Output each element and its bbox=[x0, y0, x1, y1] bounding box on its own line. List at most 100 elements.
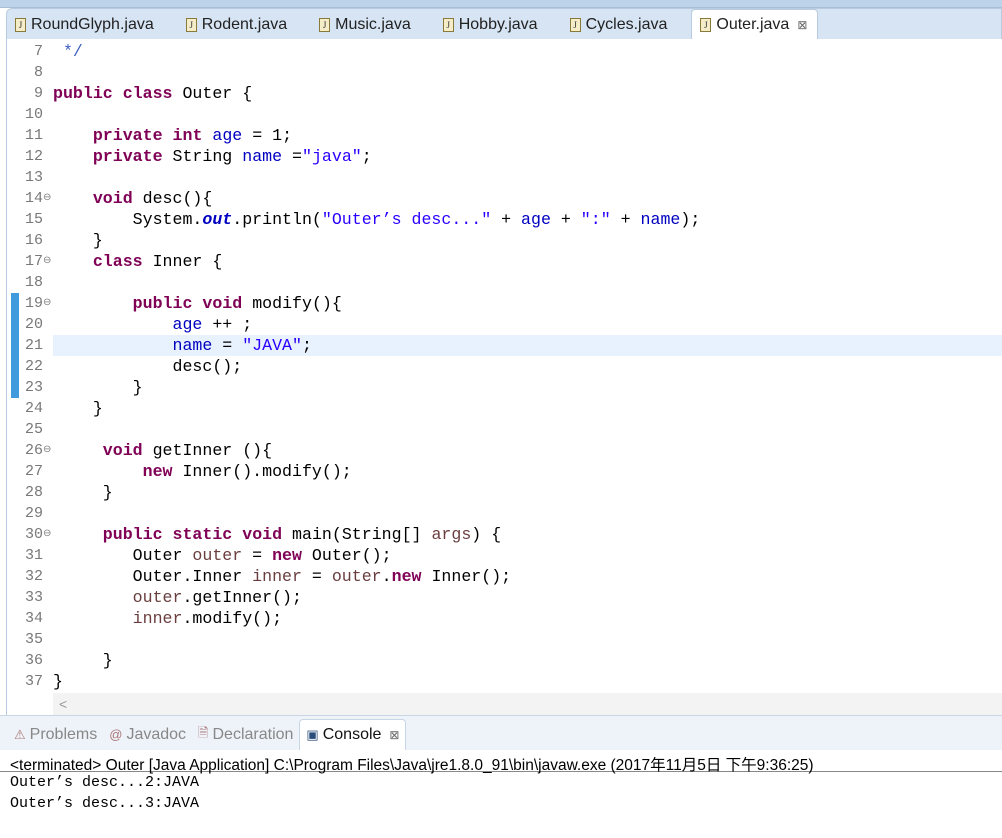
tab-roundglyph[interactable]: J RoundGlyph.java bbox=[7, 9, 164, 40]
code-text: } bbox=[53, 230, 1002, 251]
code-token: } bbox=[53, 378, 143, 397]
java-file-icon: J bbox=[319, 17, 331, 32]
line-number: 11 bbox=[24, 127, 43, 144]
line-number: 33 bbox=[24, 589, 43, 606]
line-number: 27 bbox=[24, 463, 43, 480]
code-line[interactable]: 21 name = "JAVA"; bbox=[7, 335, 1002, 356]
code-line[interactable]: 28 } bbox=[7, 482, 997, 503]
code-text: void desc(){ bbox=[53, 188, 1002, 209]
code-line[interactable]: 8 bbox=[7, 62, 997, 83]
code-token: .modify(); bbox=[182, 609, 283, 628]
code-line[interactable]: 34 inner.modify(); bbox=[7, 608, 997, 629]
collapse-icon[interactable]: ⊖ bbox=[43, 293, 51, 314]
code-line[interactable]: 25 bbox=[7, 419, 997, 440]
collapse-icon[interactable]: ⊖ bbox=[43, 440, 51, 461]
code-text: new Inner().modify(); bbox=[53, 461, 1002, 482]
code-line[interactable]: 27 new Inner().modify(); bbox=[7, 461, 997, 482]
code-line[interactable]: 30 ⊖ public static void main(String[] arg… bbox=[7, 524, 997, 545]
code-token: getInner (){ bbox=[142, 441, 273, 460]
code-line[interactable]: 18 bbox=[7, 272, 997, 293]
code-line[interactable]: 33 outer.getInner(); bbox=[7, 587, 997, 608]
code-line[interactable]: 20 age ++ ; bbox=[7, 314, 997, 335]
code-token: void bbox=[242, 525, 283, 544]
code-line[interactable]: 10 bbox=[7, 104, 997, 125]
tab-outer[interactable]: J Outer.java ⊠ bbox=[691, 9, 819, 40]
tab-hobby[interactable]: J Hobby.java bbox=[435, 9, 548, 40]
tab-rodent[interactable]: J Rodent.java bbox=[178, 9, 297, 40]
tab-label: Console bbox=[322, 726, 382, 743]
code-editor[interactable]: < 7 */ 8 9 public class Outer {10 11 private… bbox=[6, 39, 1002, 715]
code-line[interactable]: 29 bbox=[7, 503, 997, 524]
code-line[interactable]: 24 } bbox=[7, 398, 997, 419]
code-line[interactable]: 15 System.out.println("Outer’s desc..." … bbox=[7, 209, 997, 230]
code-token: name bbox=[242, 147, 283, 166]
problems-icon: ⚠ bbox=[14, 726, 26, 742]
code-text: } bbox=[53, 398, 1002, 419]
code-line[interactable]: 13 bbox=[7, 167, 997, 188]
code-line[interactable]: 37} bbox=[7, 671, 997, 692]
code-line[interactable]: 14 ⊖ void desc(){ bbox=[7, 188, 997, 209]
tab-label: RoundGlyph.java bbox=[31, 15, 154, 33]
code-text: public static void main(String[] args) { bbox=[53, 524, 1002, 545]
console-output-line: Outer’s desc...3:JAVA bbox=[10, 795, 200, 812]
tab-music[interactable]: J Music.java bbox=[311, 9, 421, 40]
tab-console[interactable]: ▣ Console ⊠ bbox=[299, 719, 407, 750]
code-text: } bbox=[53, 650, 1002, 671]
tab-javadoc[interactable]: @ Javadoc bbox=[103, 719, 192, 750]
code-line[interactable]: 9 public class Outer { bbox=[7, 83, 997, 104]
code-line[interactable]: 17 ⊖ class Inner { bbox=[7, 251, 997, 272]
code-line[interactable]: 12 private String name ="java"; bbox=[7, 146, 997, 167]
code-token: out bbox=[202, 210, 233, 229]
line-number: 16 bbox=[24, 232, 43, 249]
code-token: = bbox=[301, 567, 332, 586]
code-line[interactable]: 11 private int age = 1; bbox=[7, 125, 997, 146]
tab-label: Javadoc bbox=[126, 725, 187, 743]
code-line[interactable]: 26 ⊖ void getInner (){ bbox=[7, 440, 997, 461]
bottom-panel: ⚠ Problems @ Javadoc 🗎 Declaration ▣ Console ⊠ <… bbox=[0, 715, 1002, 838]
line-number: 18 bbox=[24, 274, 43, 291]
code-token: ) { bbox=[471, 525, 502, 544]
code-line[interactable]: 32 Outer.Inner inner = outer.new Inner()… bbox=[7, 566, 997, 587]
code-line[interactable]: 19 ⊖ public void modify(){ bbox=[7, 293, 997, 314]
line-number: 15 bbox=[24, 211, 43, 228]
collapse-icon[interactable]: ⊖ bbox=[43, 188, 51, 209]
code-token: age bbox=[212, 126, 243, 145]
horizontal-scrollbar[interactable]: < bbox=[53, 693, 1002, 715]
line-number: 24 bbox=[24, 400, 43, 417]
close-icon[interactable]: ⊠ bbox=[797, 18, 807, 32]
tab-cycles[interactable]: J Cycles.java bbox=[562, 9, 678, 40]
code-token: "JAVA" bbox=[242, 336, 302, 355]
code-token: desc(){ bbox=[132, 189, 213, 208]
collapse-icon[interactable]: ⊖ bbox=[43, 524, 51, 545]
code-token: inner bbox=[132, 609, 183, 628]
close-icon[interactable]: ⊠ bbox=[389, 728, 399, 742]
code-token: name bbox=[172, 336, 213, 355]
tab-label: Music.java bbox=[335, 15, 411, 33]
code-text: inner.modify(); bbox=[53, 608, 1002, 629]
line-number: 19 bbox=[24, 295, 43, 312]
code-text: outer.getInner(); bbox=[53, 587, 1002, 608]
code-line[interactable]: 36 } bbox=[7, 650, 997, 671]
code-line[interactable]: 7 */ bbox=[7, 41, 997, 62]
editor-tab-bar: J RoundGlyph.java J Rodent.java J Music.java J… bbox=[6, 8, 1002, 40]
code-text: private String name ="java"; bbox=[53, 146, 1002, 167]
code-line[interactable]: 22 desc(); bbox=[7, 356, 997, 377]
code-line[interactable]: 23 } bbox=[7, 377, 997, 398]
tab-declaration[interactable]: 🗎 Declaration bbox=[192, 719, 299, 750]
code-line[interactable]: 31 Outer outer = new Outer(); bbox=[7, 545, 997, 566]
code-token: new bbox=[142, 462, 173, 481]
code-line[interactable]: 16 } bbox=[7, 230, 997, 251]
code-token: int bbox=[172, 126, 203, 145]
code-token: } bbox=[53, 483, 113, 502]
line-number: 32 bbox=[24, 568, 43, 585]
tab-problems[interactable]: ⚠ Problems bbox=[8, 719, 103, 750]
code-token: Outer { bbox=[172, 84, 253, 103]
collapse-icon[interactable]: ⊖ bbox=[43, 251, 51, 272]
line-number: 26 bbox=[24, 442, 43, 459]
code-line[interactable]: 35 bbox=[7, 629, 997, 650]
scroll-left-arrow[interactable]: < bbox=[59, 696, 67, 712]
